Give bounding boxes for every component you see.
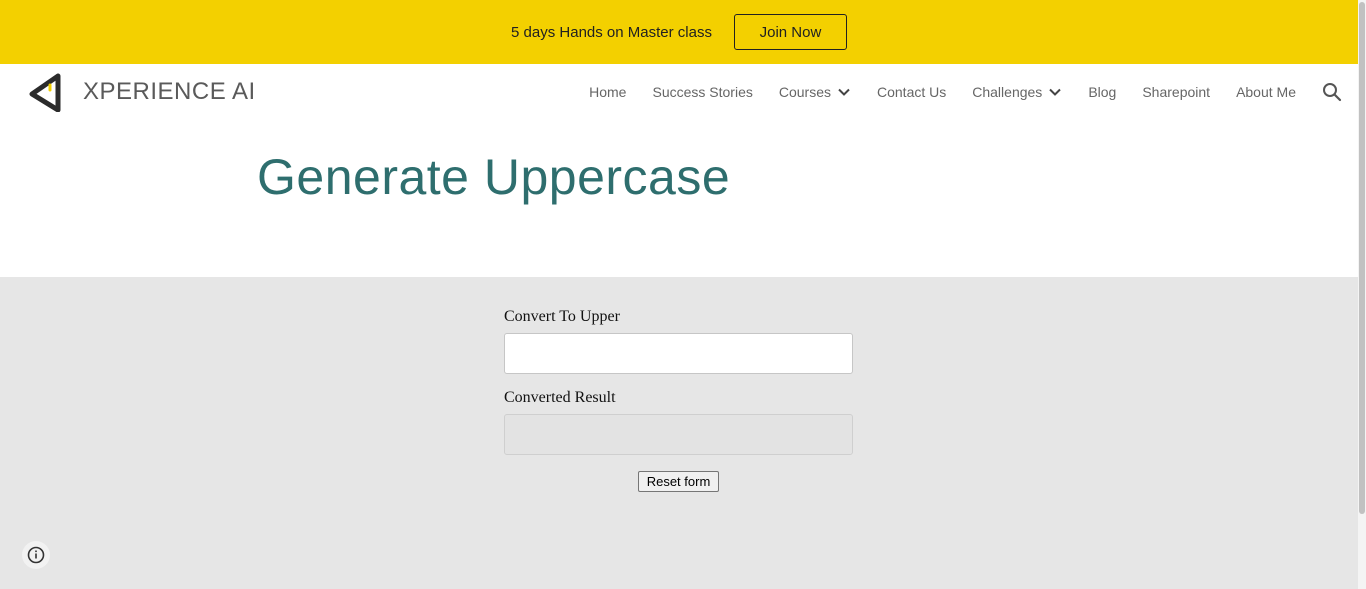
result-field[interactable]: [504, 414, 853, 455]
nav-item-label: Home: [589, 84, 627, 100]
triangle-logo-icon[interactable]: [28, 72, 64, 112]
nav-item-label: Success Stories: [652, 84, 753, 100]
site-header: XPERIENCE AI Home Success Stories Course…: [0, 64, 1358, 120]
nav-item-label: Sharepoint: [1142, 84, 1211, 100]
nav-item-home[interactable]: Home: [589, 84, 626, 100]
nav-item-blog[interactable]: Blog: [1088, 84, 1116, 100]
scrollbar-thumb[interactable]: [1359, 2, 1365, 514]
nav-item-about-me[interactable]: About Me: [1236, 84, 1296, 100]
page: 5 days Hands on Master class Join Now XP…: [0, 0, 1358, 589]
search-icon[interactable]: [1322, 82, 1342, 102]
page-title: Generate Uppercase: [257, 149, 731, 205]
chevron-down-icon[interactable]: [837, 85, 851, 99]
nav-item-label: Courses: [778, 84, 831, 100]
nav-item-label: Blog: [1088, 84, 1117, 100]
join-now-button[interactable]: Join Now: [733, 14, 847, 50]
info-button[interactable]: [22, 541, 50, 569]
converter-form: Convert To Upper Converted Result Reset …: [0, 277, 1358, 589]
title-section: Generate Uppercase: [0, 120, 1358, 277]
nav-item-courses[interactable]: Courses: [779, 84, 851, 100]
announcement-bar: 5 days Hands on Master class Join Now: [0, 0, 1358, 64]
chevron-down-icon[interactable]: [1048, 85, 1062, 99]
input-label: Convert To Upper: [504, 308, 620, 325]
vertical-scrollbar[interactable]: [1358, 0, 1366, 589]
announcement-text: 5 days Hands on Master class: [511, 23, 712, 41]
nav-item-label: About Me: [1236, 84, 1296, 100]
nav-item-success-stories[interactable]: Success Stories: [652, 84, 752, 100]
main-nav: Home Success Stories Courses Contact Us …: [563, 64, 1358, 120]
result-label: Converted Result: [504, 389, 616, 406]
nav-item-sharepoint[interactable]: Sharepoint: [1142, 84, 1210, 100]
info-icon: [27, 546, 45, 564]
nav-item-label: Challenges: [972, 84, 1043, 100]
convert-input[interactable]: [504, 333, 853, 374]
nav-item-contact-us[interactable]: Contact Us: [877, 84, 946, 100]
nav-item-label: Contact Us: [877, 84, 947, 100]
site-title[interactable]: XPERIENCE AI: [83, 78, 256, 106]
nav-item-challenges[interactable]: Challenges: [972, 84, 1062, 100]
reset-form-button[interactable]: Reset form: [638, 471, 719, 492]
